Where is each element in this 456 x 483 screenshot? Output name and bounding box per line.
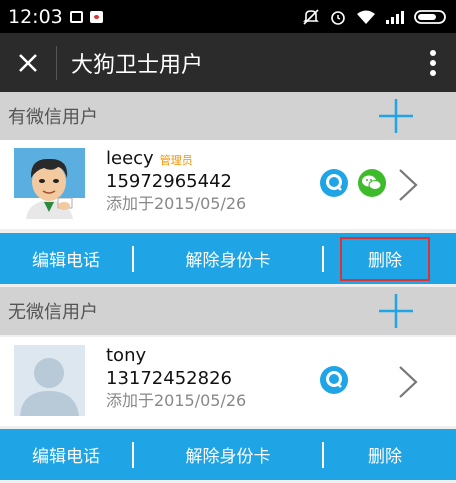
user-name: leecy — [106, 148, 154, 169]
alarm-icon — [331, 10, 345, 25]
remove-id-card-button[interactable]: 解除身份卡 — [134, 233, 322, 284]
qq-icon[interactable] — [319, 365, 349, 395]
delete-button[interactable]: 删除 — [324, 429, 446, 480]
add-icon — [379, 294, 413, 328]
add-user-button[interactable] — [376, 289, 416, 333]
user-added-date: 添加于2015/05/26 — [106, 391, 247, 410]
user-phone: 13172452826 — [106, 368, 232, 389]
more-menu-button[interactable] — [410, 33, 456, 92]
section-title: 无微信用户 — [8, 302, 98, 323]
mute-icon — [303, 8, 319, 25]
user-name: tony — [106, 345, 147, 366]
more-vert-icon — [430, 49, 436, 76]
wifi-icon — [357, 10, 375, 24]
user-row-leecy[interactable]: leecy 管理员 15972965442 添加于2015/05/26 — [0, 140, 456, 229]
notification-icon — [69, 10, 83, 23]
header-divider — [56, 45, 57, 80]
status-bar: 12:03 — [0, 0, 456, 33]
edit-phone-button[interactable]: 编辑电话 — [0, 429, 132, 480]
chevron-right-icon[interactable] — [396, 168, 420, 202]
battery-icon — [414, 9, 446, 24]
screen: 12:03 大狗卫士用户 有微信用户 leecy 管理员 15972965442… — [0, 0, 456, 483]
wechat-icon[interactable] — [357, 168, 387, 198]
avatar — [14, 148, 85, 219]
edit-phone-button[interactable]: 编辑电话 — [0, 233, 132, 284]
signal-icon — [386, 10, 404, 24]
add-icon — [379, 99, 413, 133]
avatar — [14, 345, 85, 416]
section-title: 有微信用户 — [8, 107, 98, 128]
qq-icon[interactable] — [319, 168, 349, 198]
title-bar: 大狗卫士用户 — [0, 33, 456, 92]
action-bar-leecy: 编辑电话 解除身份卡 删除 — [0, 233, 456, 284]
admin-badge: 管理员 — [159, 154, 193, 167]
status-icons — [302, 8, 448, 26]
page-title: 大狗卫士用户 — [71, 52, 204, 78]
user-row-tony[interactable]: tony 13172452826 添加于2015/05/26 — [0, 337, 456, 426]
close-button[interactable] — [0, 33, 56, 92]
user-info: leecy 管理员 15972965442 添加于2015/05/26 — [106, 148, 246, 215]
user-added-date: 添加于2015/05/26 — [106, 194, 247, 213]
close-icon — [19, 53, 37, 72]
remove-id-card-button[interactable]: 解除身份卡 — [134, 429, 322, 480]
user-info: tony 13172452826 添加于2015/05/26 — [106, 345, 246, 412]
section-header-with-wechat: 有微信用户 — [0, 92, 456, 140]
chevron-right-icon[interactable] — [396, 365, 420, 399]
delete-button-area: 删除 — [324, 233, 446, 284]
action-bar-tony: 编辑电话 解除身份卡 删除 — [0, 429, 456, 480]
section-header-without-wechat: 无微信用户 — [0, 287, 456, 335]
add-user-button[interactable] — [376, 94, 416, 138]
status-time: 12:03 — [8, 5, 63, 28]
qq-notification-icon — [89, 10, 103, 23]
delete-button[interactable]: 删除 — [340, 236, 430, 281]
user-phone: 15972965442 — [106, 171, 232, 192]
